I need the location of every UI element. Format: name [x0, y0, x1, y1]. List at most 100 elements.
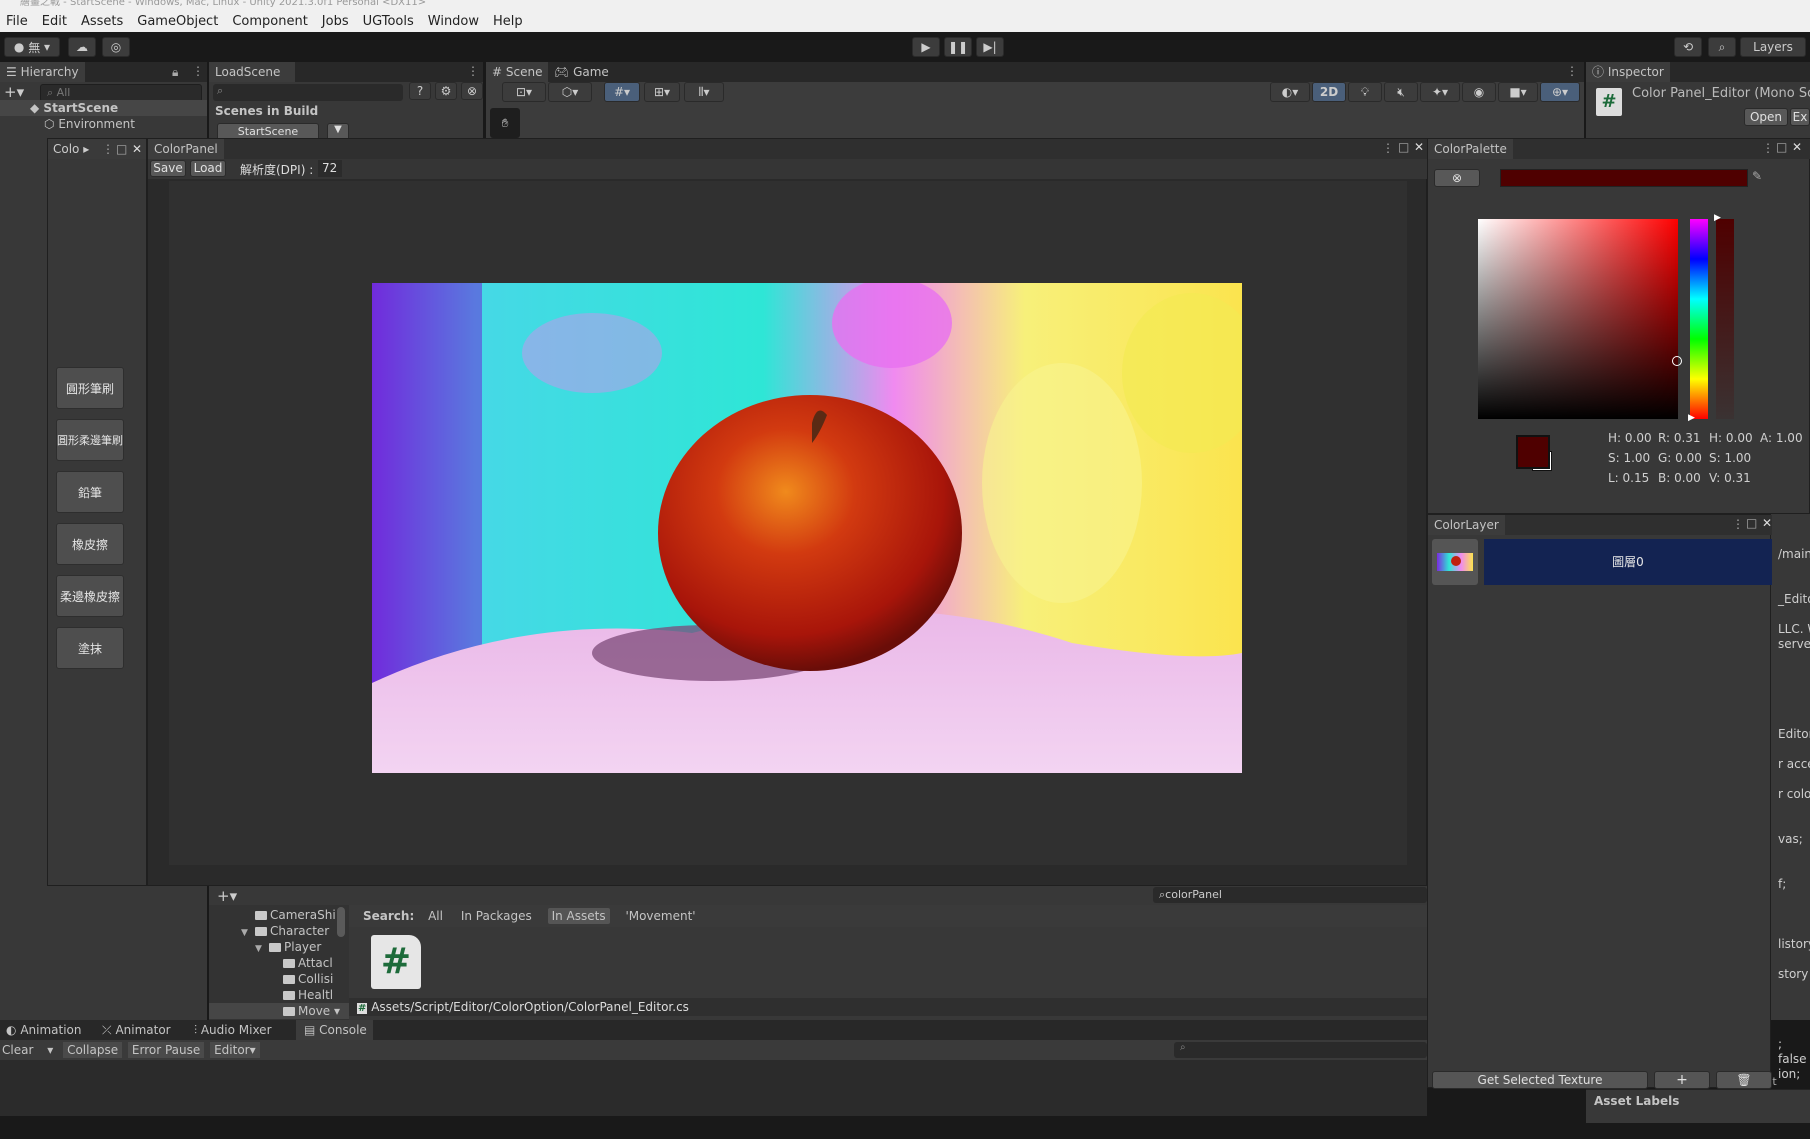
execution-order-button[interactable]: Ex — [1790, 108, 1810, 126]
tool-smudge[interactable]: 塗抹 — [56, 627, 124, 669]
hand-tool-button[interactable]: ✋︎ — [490, 108, 520, 138]
tab-inspector[interactable]: ⓘ Inspector — [1586, 62, 1670, 82]
tool-pencil[interactable]: 鉛筆 — [56, 471, 124, 513]
effects-dropdown[interactable]: ✦▾ — [1420, 82, 1460, 102]
tool-soft-round-brush[interactable]: 圓形柔邊筆刷 — [56, 419, 124, 461]
asset-labels-section[interactable]: Asset Labels — [1586, 1089, 1810, 1123]
filter-in-assets[interactable]: In Assets — [547, 908, 610, 924]
menu-window[interactable]: Window — [428, 14, 479, 29]
close-icon[interactable]: ✕ — [1762, 516, 1772, 530]
history-button[interactable]: ⟲ — [1674, 37, 1702, 57]
more-icon[interactable]: ⋮ — [1732, 517, 1744, 531]
more-icon[interactable]: ⋮ — [1566, 64, 1578, 78]
hierarchy-item-environment[interactable]: ⬡ Environment — [44, 116, 135, 132]
maximize-icon[interactable]: □ — [1746, 516, 1757, 530]
editor-dropdown[interactable]: Editor▾ — [210, 1042, 260, 1058]
snap-dropdown[interactable]: ⫴▾ — [684, 82, 724, 102]
get-selected-texture-button[interactable]: Get Selected Texture — [1432, 1071, 1648, 1089]
console-search-input[interactable]: ⌕ — [1174, 1042, 1427, 1058]
tab-colorpanel[interactable]: ColorPanel — [148, 139, 224, 159]
more-icon[interactable]: ⋮ — [192, 64, 204, 78]
save-button[interactable]: Save — [150, 160, 186, 177]
more-icon[interactable]: ⋮ — [467, 64, 479, 78]
close-icon[interactable]: ✕ — [132, 139, 142, 159]
csharp-script-icon[interactable]: # — [371, 935, 421, 989]
menu-jobs[interactable]: Jobs — [322, 14, 349, 29]
account-button[interactable]: ● 無 ▾ — [4, 37, 60, 57]
alpha-slider[interactable] — [1716, 219, 1734, 419]
tool-soft-eraser[interactable]: 柔邊橡皮擦 — [56, 575, 124, 617]
console-clear-button[interactable]: Clear — [2, 1043, 33, 1057]
tree-scrollbar[interactable] — [337, 907, 345, 937]
search-button[interactable]: ⌕ — [1708, 37, 1736, 57]
more-icon[interactable]: ⋮ — [1382, 141, 1394, 155]
collab-button[interactable]: ◎ — [102, 37, 130, 57]
close-icon[interactable]: ✕ — [1414, 140, 1424, 154]
error-pause-toggle[interactable]: Error Pause — [127, 1042, 205, 1058]
camera-dropdown[interactable]: ■▾ — [1498, 82, 1538, 102]
maximize-icon[interactable]: □ — [1776, 140, 1787, 154]
eyedropper-icon[interactable]: ✎ — [1752, 169, 1768, 187]
tools-window-tab[interactable]: Colo ▸ ⋮ □ ✕ — [48, 139, 146, 159]
canvas-area[interactable] — [169, 181, 1407, 865]
reset-color-button[interactable]: ⊗ — [1434, 169, 1480, 187]
pause-button[interactable]: ❚❚ — [944, 37, 972, 57]
shading-mode-dropdown[interactable]: ⊡▾ — [502, 82, 546, 102]
primary-color-swatch[interactable] — [1516, 435, 1550, 469]
play-button[interactable]: ▶ — [912, 37, 940, 57]
hue-slider-thumb[interactable]: ▶ — [1688, 413, 1695, 423]
folder-item[interactable]: ▼ Player — [209, 939, 321, 955]
help-button[interactable]: ? — [409, 82, 431, 100]
add-layer-button[interactable]: + — [1654, 1071, 1710, 1089]
layer-thumbnail[interactable] — [1432, 539, 1478, 585]
audio-toggle[interactable]: 🔇︎ — [1384, 82, 1418, 102]
tab-animation[interactable]: ◐ Animation — [0, 1020, 88, 1040]
folder-item[interactable]: Collisi — [209, 971, 333, 987]
tool-round-brush[interactable]: 圓形筆刷 — [56, 367, 124, 409]
tab-colorlayer[interactable]: ColorLayer — [1428, 515, 1505, 535]
dpi-input[interactable]: 72 — [318, 160, 342, 177]
more-icon[interactable]: ⋮ — [1762, 141, 1774, 155]
lock-icon[interactable]: 🔒︎ — [172, 65, 178, 80]
maximize-icon[interactable]: □ — [116, 139, 127, 159]
folder-item[interactable]: Healtl — [209, 987, 333, 1003]
loadscene-search-input[interactable]: ⌕ — [213, 84, 403, 101]
close-icon[interactable]: ✕ — [1792, 140, 1802, 154]
clear-button[interactable]: ⊗ — [461, 82, 483, 100]
menu-gameobject[interactable]: GameObject — [137, 14, 218, 29]
draw-mode-dropdown[interactable]: ⬡▾ — [548, 82, 592, 102]
tab-colorpalette[interactable]: ColorPalette — [1428, 139, 1513, 159]
settings-button[interactable]: ⚙ — [435, 82, 457, 100]
open-button[interactable]: Open — [1744, 108, 1788, 126]
folder-item[interactable]: CameraShi — [209, 907, 336, 923]
render-mode-dropdown[interactable]: ◐▾ — [1270, 82, 1310, 102]
mode-2d-toggle[interactable]: 2D — [1312, 82, 1346, 102]
gizmos-dropdown[interactable]: ⊕▾ — [1540, 82, 1580, 102]
grid-increment-dropdown[interactable]: ⊞▾ — [644, 82, 680, 102]
layers-dropdown[interactable]: Layers — [1740, 37, 1806, 57]
step-button[interactable]: ▶| — [976, 37, 1004, 57]
scene-row[interactable]: ◆ StartScene — [0, 100, 207, 116]
folder-item[interactable]: Attacl — [209, 955, 333, 971]
project-create-button[interactable]: +▾ — [217, 887, 237, 905]
tab-console[interactable]: ▤ Console — [296, 1020, 373, 1040]
maximize-icon[interactable]: □ — [1398, 140, 1409, 154]
lighting-toggle[interactable]: 💡︎ — [1348, 82, 1382, 102]
sv-cursor[interactable] — [1672, 356, 1682, 366]
grid-snap-toggle[interactable]: #▾ — [604, 82, 640, 102]
more-icon[interactable]: ⋮ — [102, 139, 114, 159]
menu-component[interactable]: Component — [232, 14, 307, 29]
tab-scene[interactable]: # Scene — [486, 62, 549, 82]
clear-options-dropdown[interactable]: ▾ — [47, 1043, 53, 1057]
menu-help[interactable]: Help — [493, 14, 523, 29]
tab-game[interactable]: 🎮︎ Game — [548, 62, 615, 82]
hidden-objects-toggle[interactable]: ◉ — [1462, 82, 1496, 102]
alpha-slider-thumb[interactable]: ▶ — [1714, 213, 1721, 223]
layer-item[interactable]: 圖層0 — [1484, 539, 1772, 585]
current-color-field[interactable] — [1500, 169, 1748, 187]
project-search-input[interactable]: ⌕colorPanel — [1153, 887, 1427, 903]
hue-slider[interactable] — [1690, 219, 1708, 419]
tab-audio-mixer[interactable]: ⫶ Audio Mixer — [188, 1020, 278, 1040]
filter-in-packages[interactable]: In Packages — [461, 909, 532, 923]
load-button[interactable]: Load — [190, 160, 226, 177]
